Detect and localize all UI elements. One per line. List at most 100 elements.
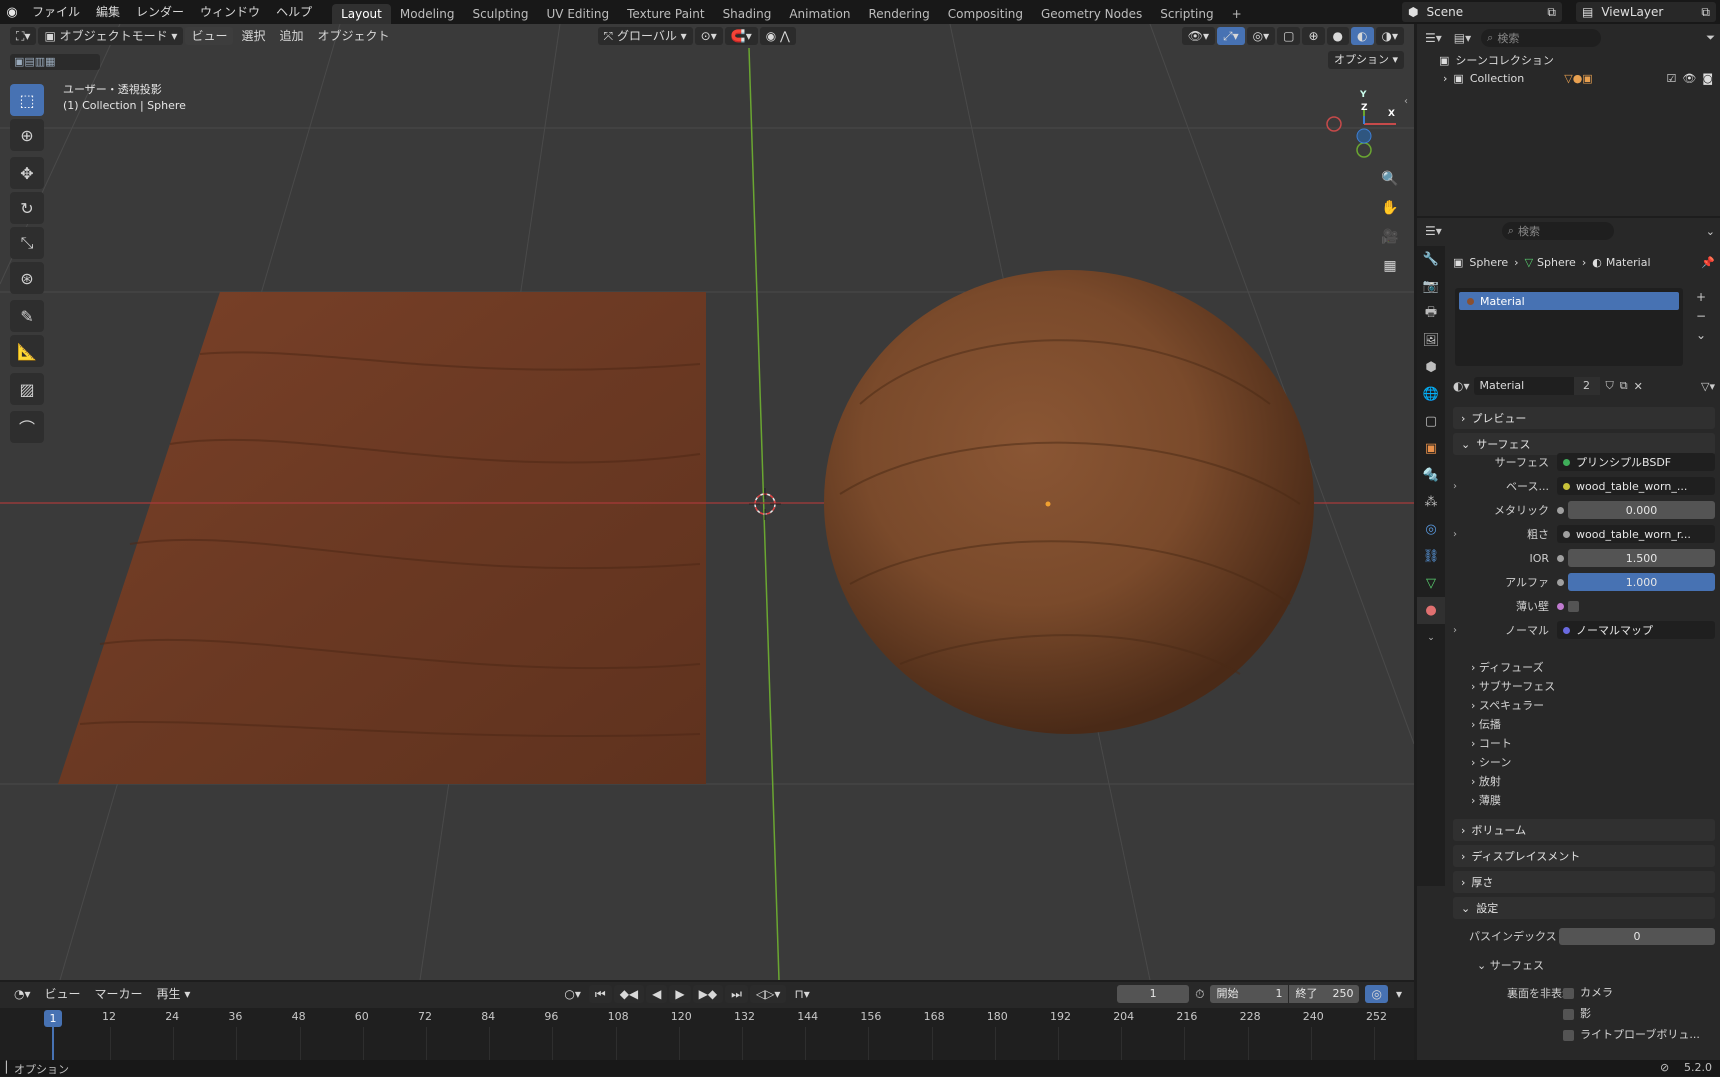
pass-index-field[interactable]: 0 [1559, 927, 1715, 945]
tab-layout[interactable]: Layout [332, 4, 391, 24]
scene-collection-row[interactable]: ▣ シーンコレクション [1439, 52, 1554, 68]
auto-keying-icon[interactable]: ○▾ [558, 985, 587, 1003]
tab-rendering[interactable]: Rendering [860, 4, 939, 24]
browse-material-icon[interactable]: ◐▾ [1453, 379, 1470, 393]
filter-icon[interactable]: ⏷ [1706, 31, 1715, 45]
collection-row[interactable]: › ▣ Collection ▽●▣ ☑ 👁 ◙ [1443, 72, 1713, 85]
select-mode-buttons[interactable]: ▣▤▥▦ [10, 54, 100, 70]
ior-field[interactable]: 1.500 [1568, 549, 1715, 567]
sync-icon[interactable]: ◎ [1365, 985, 1388, 1003]
backface-shadow-option[interactable]: 影 [1563, 1005, 1591, 1021]
thickness-panel-header[interactable]: › 厚さ [1453, 871, 1715, 893]
surface-shader-field[interactable]: プリンシプルBSDF [1557, 453, 1715, 471]
add-slot-button[interactable]: + [1691, 288, 1711, 307]
gizmo-toggle-icon[interactable]: ⤢▾ [1217, 27, 1245, 45]
pin-icon[interactable]: 📌 [1701, 256, 1715, 269]
keyframe-nav-icon[interactable]: ◁▷▾ [749, 985, 787, 1003]
outliner-editor-icon[interactable]: ☰▾ [1425, 31, 1442, 45]
gizmo-y-label[interactable]: Y [1360, 90, 1367, 100]
material-users-count[interactable]: 2 [1573, 377, 1600, 395]
shading-rendered-icon[interactable]: ◑▾ [1375, 27, 1404, 45]
menu-object[interactable]: オブジェクト [312, 27, 396, 45]
timeline-editor-icon[interactable]: ◔▾ [8, 985, 37, 1003]
jump-keyframe-back-icon[interactable]: ◆◀ [613, 985, 645, 1003]
properties-search[interactable]: ⌕ 検索 [1501, 222, 1614, 240]
subpanel-transmission[interactable]: › 伝播 [1471, 716, 1501, 732]
volume-panel-header[interactable]: › ボリューム [1453, 819, 1715, 841]
tab-sculpting[interactable]: Sculpting [463, 4, 537, 24]
render-tab-icon[interactable]: 📷 [1417, 273, 1445, 300]
tool-tab-icon[interactable]: 🔧 [1417, 246, 1445, 273]
start-frame-field[interactable]: 開始 1 [1210, 985, 1289, 1003]
output-tab-icon[interactable]: 🖶 [1417, 300, 1445, 327]
remove-slot-button[interactable]: − [1691, 307, 1711, 326]
backface-lightprobe-checkbox[interactable] [1563, 1029, 1574, 1041]
subpanel-coat[interactable]: › コート [1471, 735, 1512, 751]
timeline-menu-view[interactable]: ビュー [39, 985, 87, 1003]
display-mode-icon[interactable]: ▤▾ [1454, 31, 1471, 45]
cursor-tool-icon[interactable]: ⊕ [10, 119, 44, 151]
scene-tab-icon[interactable]: ⬢ [1417, 354, 1445, 381]
stopwatch-icon[interactable]: ⏱ [1195, 987, 1204, 1002]
menu-window[interactable]: ウィンドウ [192, 0, 268, 24]
backface-shadow-checkbox[interactable] [1563, 1008, 1574, 1020]
tab-compositing[interactable]: Compositing [939, 4, 1032, 24]
material-slot-item[interactable]: Material [1459, 292, 1679, 310]
overlay-toggle-icon[interactable]: ◎▾ [1246, 27, 1276, 45]
thin-wall-checkbox[interactable] [1568, 600, 1579, 612]
slot-menu-button[interactable]: ⌄ [1691, 326, 1711, 345]
pivot-point-icon[interactable]: ⊙▾ [694, 27, 723, 45]
jump-end-icon[interactable]: ⏭ [725, 985, 748, 1003]
timeline-track[interactable] [0, 1008, 1414, 1062]
chevron-down-icon[interactable]: ⌄ [1706, 225, 1715, 238]
link-type-icon[interactable]: ▽▾ [1701, 380, 1715, 393]
new-scene-icon[interactable]: ⧉ [1547, 5, 1556, 20]
current-frame-field[interactable]: 1 [1117, 985, 1190, 1003]
fake-user-icon[interactable]: ⛉ [1606, 379, 1614, 393]
expand-chevron-icon[interactable]: › [1453, 529, 1457, 540]
settings-surface-subpanel[interactable]: ⌄ サーフェス [1477, 957, 1544, 973]
sidebar-toggle-icon[interactable]: ‹ [1404, 96, 1408, 107]
editor-type-button[interactable]: ⛶▾ [10, 27, 37, 45]
unlink-icon[interactable]: ✕ [1634, 380, 1643, 393]
rotate-tool-icon[interactable]: ↻ [10, 192, 44, 224]
duplicate-icon[interactable]: ⧉ [1620, 379, 1628, 393]
menu-edit[interactable]: 編集 [88, 0, 128, 24]
transform-tool-icon[interactable]: ⊛ [10, 262, 44, 294]
collection-tab-icon[interactable]: ▢ [1417, 408, 1445, 435]
playhead-line[interactable] [52, 1027, 54, 1061]
subpanel-sheen[interactable]: › シーン [1471, 754, 1511, 770]
3d-viewport[interactable]: ⛶▾ ▣ オブジェクトモード ▾ ビュー 選択 追加 オブジェクト ⤧ グローバ… [0, 24, 1414, 980]
properties-editor-icon[interactable]: ☰▾ [1425, 224, 1442, 238]
view-layer-tab-icon[interactable]: 🖼 [1417, 327, 1445, 354]
subpanel-thin-film[interactable]: › 薄膜 [1471, 792, 1501, 808]
data-tab-icon[interactable]: ▽ [1417, 570, 1445, 597]
jump-start-icon[interactable]: ⏮ [588, 985, 612, 1003]
scale-tool-icon[interactable]: ⤡ [10, 227, 44, 259]
move-tool-icon[interactable]: ✥ [10, 157, 44, 189]
displacement-panel-header[interactable]: › ディスプレイスメント [1453, 845, 1715, 867]
tab-texture-paint[interactable]: Texture Paint [618, 4, 713, 24]
object-tab-icon[interactable]: ▣ [1417, 435, 1445, 462]
camera-icon[interactable]: ◙ [1702, 72, 1713, 85]
add-workspace-button[interactable]: + [1223, 4, 1251, 24]
zoom-icon[interactable]: 🔍 [1378, 167, 1402, 191]
blender-logo-icon[interactable]: ◉ [0, 5, 24, 20]
mode-selector[interactable]: ▣ オブジェクトモード ▾ [38, 27, 184, 45]
eye-icon[interactable]: 👁 [1682, 72, 1696, 85]
timeline-chevron-icon[interactable]: ▾ [1390, 985, 1408, 1003]
tab-shading[interactable]: Shading [714, 4, 781, 24]
xray-icon[interactable]: ▢ [1277, 27, 1301, 45]
visibility-icon[interactable]: 👁▾ [1181, 27, 1215, 45]
exclude-checkbox[interactable]: ☑ [1666, 72, 1676, 85]
material-name-field[interactable]: Material [1473, 377, 1574, 395]
viewport-scene[interactable] [0, 24, 1414, 980]
settings-panel-header[interactable]: ⌄ 設定 [1453, 897, 1715, 919]
annotate-tool-icon[interactable]: ✎ [10, 300, 44, 332]
outliner-search[interactable]: ⌕ 検索 [1481, 29, 1602, 47]
gizmo-z-label[interactable]: Z [1361, 103, 1368, 113]
menu-view[interactable]: ビュー [185, 27, 234, 45]
constraints-tab-icon[interactable]: ⛓ [1417, 543, 1445, 570]
tab-uv-editing[interactable]: UV Editing [538, 4, 619, 24]
proportional-edit-icon[interactable]: ◉ ⋀ [759, 27, 796, 45]
